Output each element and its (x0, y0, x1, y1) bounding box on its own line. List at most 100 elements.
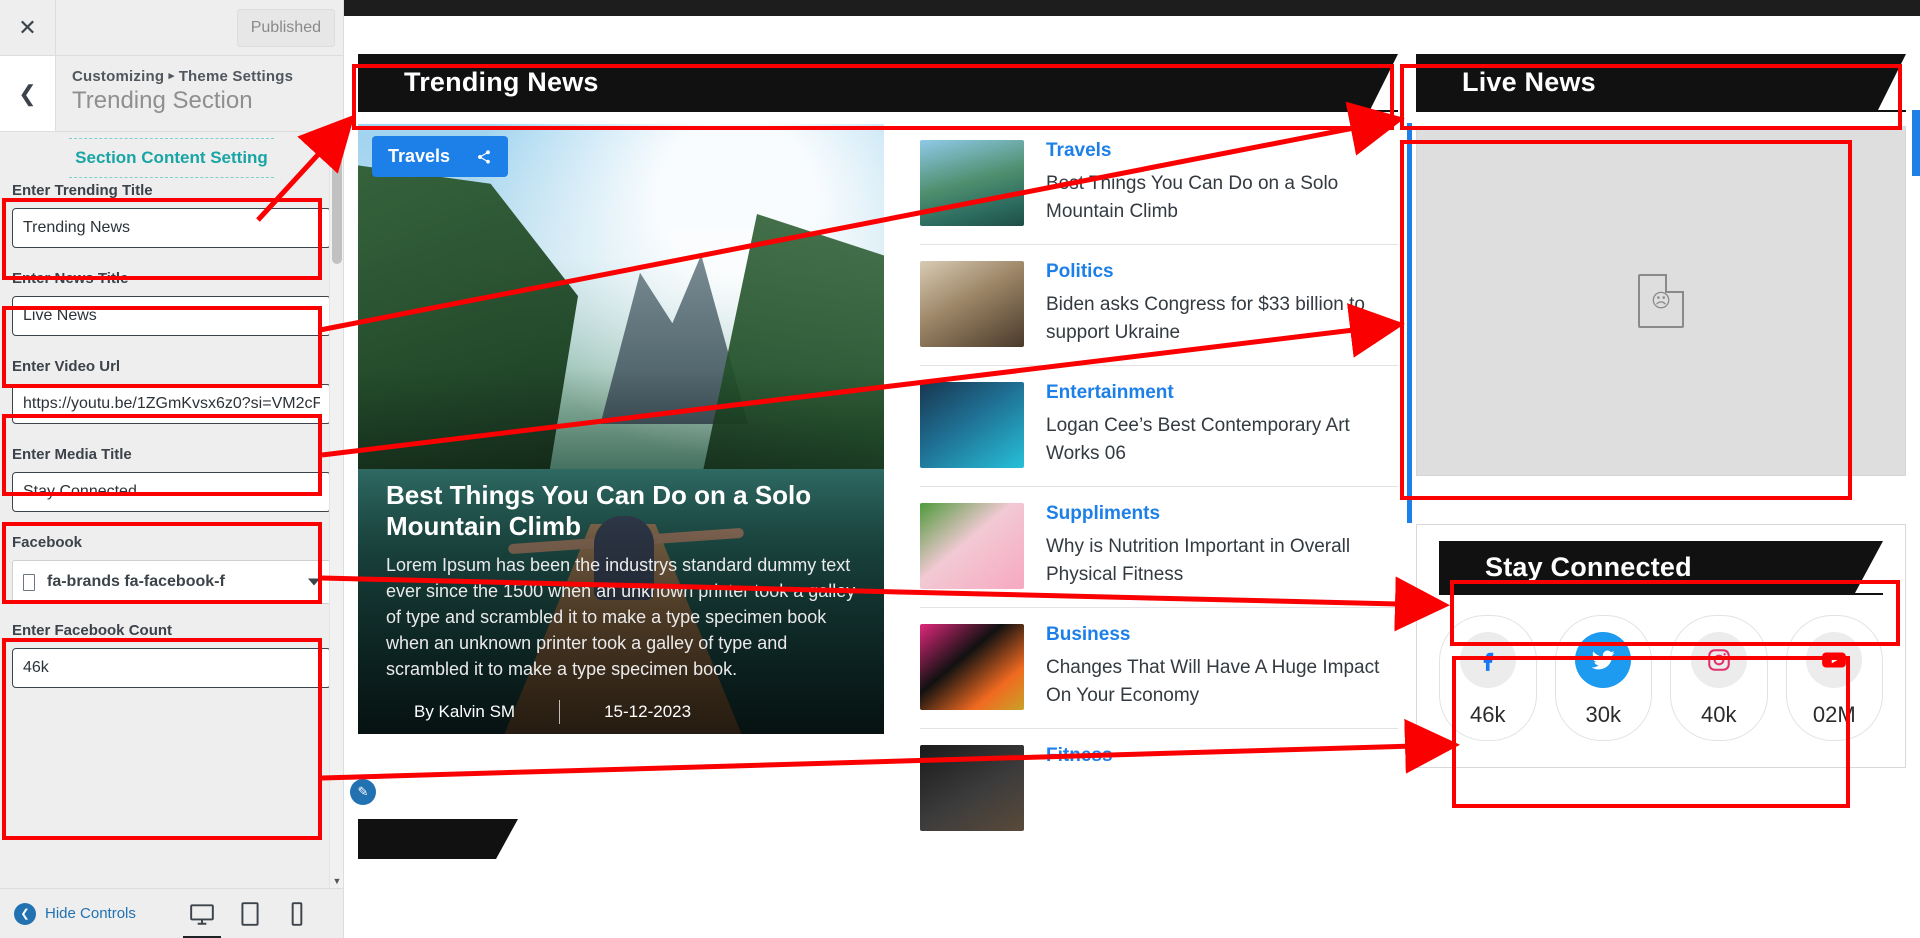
customizer-scrollarea: Section Content Setting Enter Trending T… (0, 132, 343, 688)
news-thumbnail (920, 624, 1024, 710)
news-thumbnail (920, 261, 1024, 347)
twitter-icon (1575, 632, 1632, 688)
close-icon[interactable]: ✕ (0, 0, 56, 55)
label-video-url: Enter Video Url (12, 358, 121, 375)
scroll-up-icon[interactable]: ▲ (330, 132, 343, 146)
facebook-count-input[interactable] (12, 648, 331, 688)
hero-category-pill[interactable]: Travels (372, 136, 509, 177)
preview-scrollbar-thumb[interactable] (1912, 110, 1920, 176)
twitter-count: 30k (1585, 702, 1621, 727)
field-facebook-icon: Facebook fa-brands fa-facebook-f (12, 534, 331, 604)
device-preview-buttons (183, 901, 329, 938)
tablet-icon[interactable] (239, 901, 265, 927)
hero-author: By Kalvin SM (414, 702, 516, 721)
panel-header-text: Customizing ▸ Theme Settings Trending Se… (56, 56, 293, 131)
news-category[interactable]: Politics (1046, 261, 1398, 283)
list-item[interactable]: Business Changes That Will Have A Huge I… (920, 608, 1398, 729)
scroll-down-icon[interactable]: ▼ (330, 874, 343, 888)
news-body: Entertainment Logan Cee’s Best Contempor… (1046, 382, 1398, 468)
news-title[interactable]: Changes That Will Have A Huge Impact On … (1046, 654, 1398, 709)
social-youtube[interactable]: 02M (1785, 615, 1883, 741)
publish-button[interactable]: Published (236, 8, 335, 47)
facebook-icon-select-value: fa-brands fa-facebook-f (47, 573, 225, 590)
list-item[interactable]: Entertainment Logan Cee’s Best Contempor… (920, 366, 1398, 487)
edit-shortcut-pencil-icon[interactable]: ✎ (350, 779, 376, 805)
facebook-icon-select[interactable]: fa-brands fa-facebook-f (12, 560, 331, 604)
news-category[interactable]: Entertainment (1046, 382, 1398, 404)
news-title[interactable]: Best Things You Can Do on a Solo Mountai… (1046, 170, 1398, 225)
share-icon[interactable] (476, 149, 492, 165)
news-category[interactable]: Business (1046, 624, 1398, 646)
news-body: Fitness (1046, 745, 1398, 831)
trending-body: Travels Best Things You Can Do on a Solo… (358, 124, 1398, 849)
breadcrumb-root[interactable]: Customizing (72, 68, 164, 85)
youtube-count: 02M (1812, 702, 1856, 727)
list-item[interactable]: Suppliments Why is Nutrition Important i… (920, 487, 1398, 608)
sidebar-widgets-column: Live News ☹ Stay Connected 46k 30k 40k 0… (1407, 54, 1906, 849)
news-category[interactable]: Fitness (1046, 745, 1398, 767)
social-counters: 46k 30k 40k 02M (1439, 615, 1883, 741)
back-chevron-icon[interactable]: ❮ (0, 56, 56, 131)
hero-excerpt: Lorem Ipsum has been the industrys stand… (386, 554, 856, 679)
hide-controls-button[interactable]: ❮ Hide Controls (14, 902, 136, 925)
customizer-sidebar: ✕ Published ❮ Customizing ▸ Theme Settin… (0, 0, 344, 938)
media-title-input[interactable] (12, 472, 331, 512)
bottom-ribbon-peek (358, 819, 518, 859)
mobile-icon[interactable] (289, 901, 315, 927)
label-news-title: Enter News Title (12, 270, 129, 287)
trending-ribbon-title: Trending News (358, 54, 1398, 110)
list-item[interactable]: Fitness (920, 729, 1398, 849)
news-title-input[interactable] (12, 296, 331, 336)
scrollbar-thumb[interactable] (332, 152, 342, 264)
news-body: Business Changes That Will Have A Huge I… (1046, 624, 1398, 710)
broken-image-icon: ☹ (1638, 274, 1684, 328)
news-category[interactable]: Suppliments (1046, 503, 1398, 525)
social-instagram[interactable]: 40k (1670, 615, 1768, 741)
hide-controls-label: Hide Controls (45, 905, 136, 922)
social-facebook[interactable]: 46k (1439, 615, 1537, 741)
field-trending-title: Enter Trending Title (12, 182, 331, 248)
news-title[interactable]: Logan Cee’s Best Contemporary Art Works … (1046, 412, 1398, 467)
meta-divider (559, 700, 561, 724)
hero-category-label: Travels (388, 146, 451, 166)
social-twitter[interactable]: 30k (1554, 615, 1652, 741)
preview-top-strip (344, 0, 1920, 16)
chevron-down-icon[interactable] (308, 578, 320, 586)
trending-news-list: Travels Best Things You Can Do on a Solo… (884, 124, 1398, 849)
trending-title-input[interactable] (12, 208, 331, 248)
stay-connected-ribbon-title: Stay Connected (1439, 541, 1883, 593)
news-title[interactable]: Biden asks Congress for $33 billion to s… (1046, 291, 1398, 346)
hero-article[interactable]: Travels Best Things You Can Do on a Solo… (358, 124, 884, 734)
broken-image-face: ☹ (1651, 290, 1671, 312)
hero-title[interactable]: Best Things You Can Do on a Solo Mountai… (386, 480, 856, 542)
breadcrumb-parent[interactable]: Theme Settings (179, 68, 294, 85)
live-news-video-placeholder[interactable]: ☹ (1407, 123, 1906, 523)
facebook-icon (1459, 632, 1516, 688)
site-preview: Trending News Travels Best Things You Ca… (344, 0, 1920, 938)
video-url-input[interactable] (12, 384, 331, 424)
list-item[interactable]: Politics Biden asks Congress for $33 bil… (920, 245, 1398, 366)
label-facebook-count: Enter Facebook Count (12, 622, 173, 639)
news-category[interactable]: Travels (1046, 140, 1398, 162)
list-item[interactable]: Travels Best Things You Can Do on a Solo… (920, 124, 1398, 245)
field-video-url: Enter Video Url (12, 358, 331, 424)
youtube-icon (1806, 632, 1863, 688)
label-trending-title: Enter Trending Title (12, 182, 153, 199)
sidebar-scrollbar[interactable]: ▲ ▼ (329, 132, 343, 888)
stay-connected-card: Stay Connected 46k 30k 40k 02M (1416, 524, 1906, 768)
preview-inner: Trending News Travels Best Things You Ca… (344, 16, 1920, 849)
field-news-title: Enter News Title (12, 270, 331, 336)
live-accent-bar (1407, 123, 1412, 523)
facebook-count: 46k (1470, 702, 1506, 727)
news-title[interactable]: Why is Nutrition Important in Overall Ph… (1046, 533, 1398, 588)
chevron-left-circle-icon: ❮ (14, 902, 36, 925)
field-media-title: Enter Media Title (12, 446, 331, 512)
news-body: Travels Best Things You Can Do on a Solo… (1046, 140, 1398, 226)
hero-date: 15-12-2023 (604, 702, 692, 721)
news-body: Politics Biden asks Congress for $33 bil… (1046, 261, 1398, 347)
screen-root: ✕ Published ❮ Customizing ▸ Theme Settin… (0, 0, 1920, 938)
preview-columns: Trending News Travels Best Things You Ca… (358, 16, 1906, 849)
live-news-ribbon-title: Live News (1416, 54, 1906, 110)
desktop-icon[interactable] (183, 901, 221, 938)
